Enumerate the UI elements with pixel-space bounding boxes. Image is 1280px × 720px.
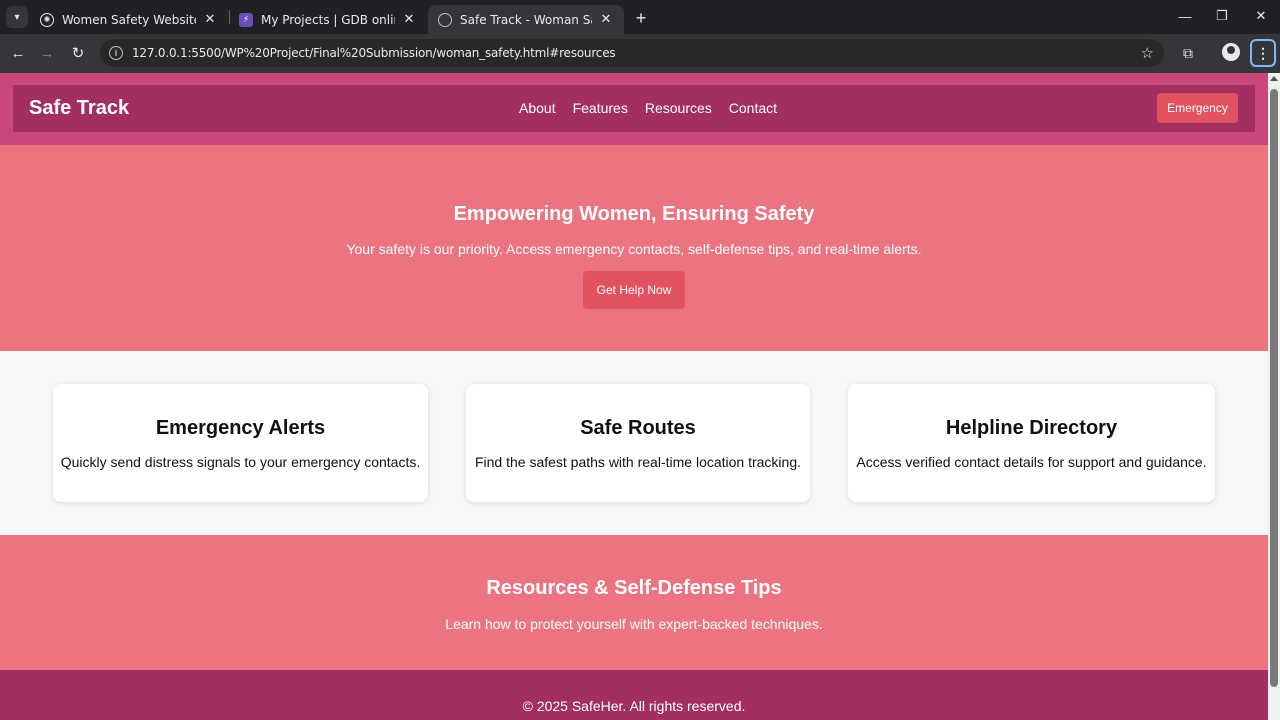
resources-title: Resources & Self-Defense Tips — [486, 577, 782, 599]
minimize-icon[interactable]: — — [1167, 4, 1203, 28]
hero-section: Empowering Women, Ensuring Safety Your s… — [0, 145, 1268, 351]
feature-title: Safe Routes — [580, 417, 696, 439]
tab-women-safety-design[interactable]: ✺ Women Safety Website Design ✕ — [30, 5, 228, 34]
feature-title: Helpline Directory — [945, 417, 1118, 439]
browser-toolbar: ← → ↻ i 127.0.0.1:5500/WP%20Project/Fina… — [0, 34, 1280, 73]
nav-link-about[interactable]: About — [519, 100, 556, 116]
close-icon[interactable]: ✕ — [202, 12, 218, 27]
page-viewport: Safe Track About Features Resources Cont… — [0, 73, 1268, 720]
tab-title: My Projects | GDB online Debugger — [261, 12, 395, 27]
resources-section: Resources & Self-Defense Tips Learn how … — [0, 535, 1268, 670]
nav-link-resources[interactable]: Resources — [645, 100, 712, 116]
nav-links: About Features Resources Contact — [519, 100, 794, 116]
forward-arrow-icon[interactable]: → — [35, 41, 59, 65]
browser-tab-strip: ▾ ✺ Women Safety Website Design ✕ ⚡ My P… — [0, 0, 1280, 34]
resources-description: Learn how to protect yourself with exper… — [445, 616, 823, 632]
close-icon[interactable]: ✕ — [401, 12, 417, 27]
hero-subtitle: Your safety is our priority. Access emer… — [346, 241, 922, 257]
tab-title: Women Safety Website Design — [62, 12, 196, 27]
footer-copyright: © 2025 SafeHer. All rights reserved. — [522, 698, 746, 714]
feature-card-emergency-alerts: Emergency Alerts Quickly send distress s… — [53, 384, 428, 502]
feature-card-safe-routes: Safe Routes Find the safest paths with r… — [466, 384, 810, 502]
gdb-icon: ⚡ — [239, 12, 253, 27]
openai-icon: ✺ — [40, 12, 54, 27]
nav-link-contact[interactable]: Contact — [729, 100, 777, 116]
feature-title: Emergency Alerts — [155, 417, 326, 439]
tab-gdb-projects[interactable]: ⚡ My Projects | GDB online Debugger ✕ — [229, 5, 427, 34]
tab-safe-track[interactable]: Safe Track - Woman Safety ✕ — [428, 5, 624, 34]
feature-description: Quickly send distress signals to your em… — [60, 454, 421, 470]
tab-title: Safe Track - Woman Safety — [460, 12, 592, 27]
feature-description: Access verified contact details for supp… — [856, 454, 1207, 470]
address-bar[interactable]: i 127.0.0.1:5500/WP%20Project/Final%20Su… — [100, 39, 1164, 67]
scrollbar-thumb[interactable] — [1270, 89, 1278, 687]
feature-card-helpline-directory: Helpline Directory Access verified conta… — [848, 384, 1215, 502]
close-icon[interactable]: ✕ — [598, 12, 614, 27]
site-brand-logo[interactable]: Safe Track — [29, 97, 129, 120]
emergency-button[interactable]: Emergency — [1157, 93, 1238, 123]
back-arrow-icon[interactable]: ← — [6, 41, 30, 65]
features-section: Emergency Alerts Quickly send distress s… — [0, 351, 1268, 535]
get-help-now-button[interactable]: Get Help Now — [583, 271, 685, 309]
globe-icon — [438, 12, 452, 27]
bookmark-star-icon[interactable]: ☆ — [1141, 44, 1154, 62]
reload-icon[interactable]: ↻ — [66, 41, 90, 65]
restore-icon[interactable]: ❐ — [1204, 4, 1240, 28]
profile-avatar-icon[interactable] — [1222, 43, 1240, 61]
tab-search-chevron-icon[interactable]: ▾ — [6, 6, 28, 28]
vertical-scrollbar[interactable] — [1268, 73, 1280, 720]
feature-description: Find the safest paths with real-time loc… — [474, 454, 802, 470]
scroll-up-arrow-icon[interactable] — [1270, 76, 1278, 81]
window-close-icon[interactable]: ✕ — [1243, 4, 1279, 28]
nav-link-features[interactable]: Features — [573, 100, 628, 116]
site-footer: © 2025 SafeHer. All rights reserved. — [0, 670, 1268, 720]
url-text[interactable]: 127.0.0.1:5500/WP%20Project/Final%20Subm… — [132, 46, 616, 60]
site-info-icon[interactable]: i — [109, 46, 123, 60]
new-tab-plus-icon[interactable]: + — [630, 7, 652, 29]
site-header: Safe Track About Features Resources Cont… — [0, 73, 1268, 145]
extensions-puzzle-icon[interactable]: ⧉ — [1177, 42, 1199, 64]
hero-title: Empowering Women, Ensuring Safety — [453, 203, 815, 225]
site-navbar: Safe Track About Features Resources Cont… — [13, 85, 1255, 132]
kebab-menu-icon[interactable]: ⋮ — [1250, 39, 1276, 67]
